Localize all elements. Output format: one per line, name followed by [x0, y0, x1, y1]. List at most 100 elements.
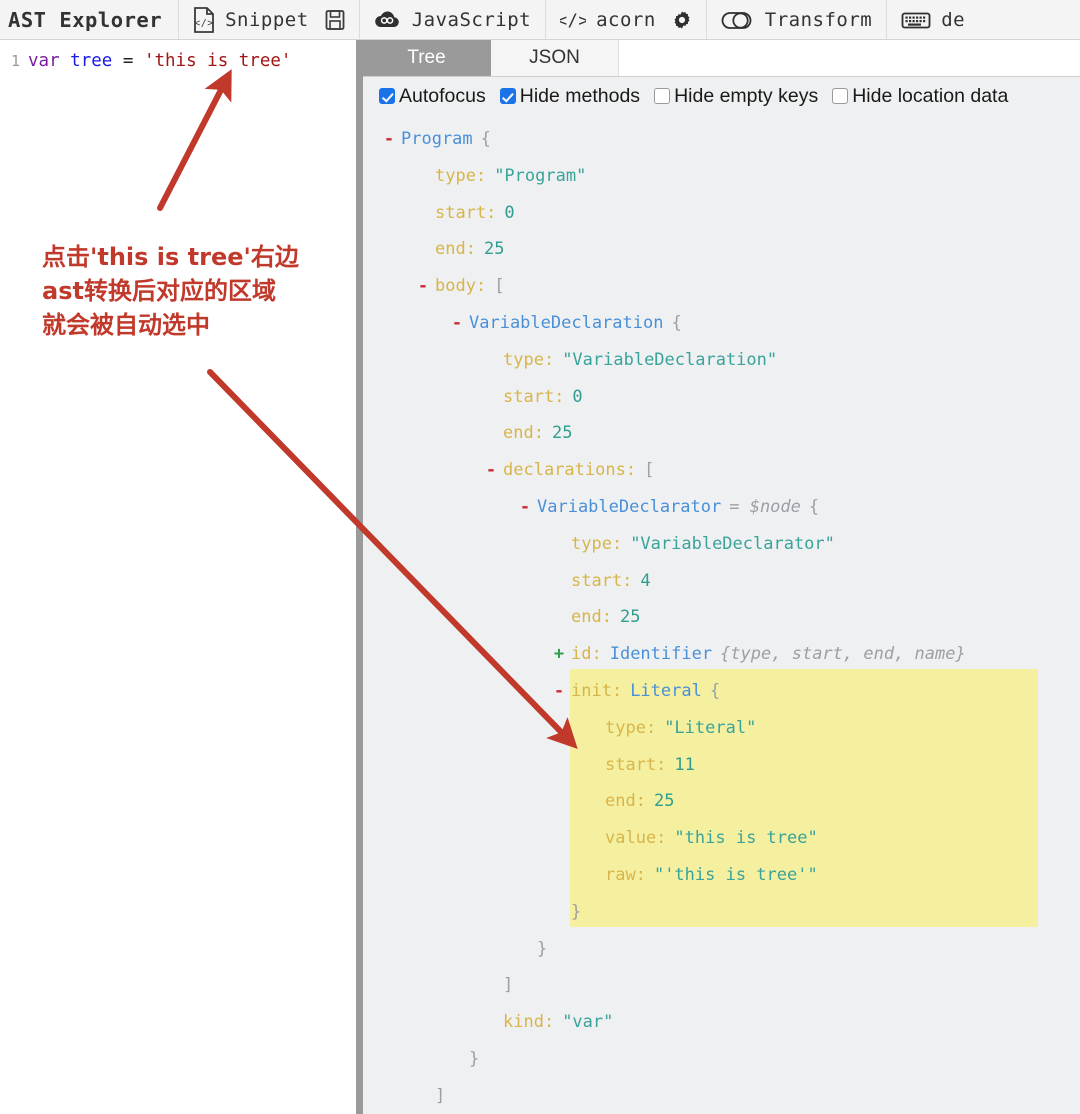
- ast-node-row[interactable]: + id: Identifier {type, start, end, name}: [381, 636, 1080, 673]
- snippet-label: Snippet: [225, 8, 309, 31]
- floppy-disk-icon[interactable]: [325, 9, 345, 31]
- expand-toggle-icon[interactable]: +: [551, 636, 567, 673]
- ast-node-row[interactable]: value: "this is tree": [381, 820, 1080, 857]
- annotation-line-3: 就会被自动选中: [42, 311, 210, 340]
- ast-token-key: id:: [571, 644, 602, 665]
- checkbox-hide-methods[interactable]: [499, 88, 516, 104]
- ast-node-row[interactable]: start: 0: [381, 195, 1080, 232]
- ast-token-key: raw:: [605, 864, 646, 885]
- toggle-spacer: [585, 710, 601, 747]
- ast-token-num: 0: [572, 386, 583, 407]
- code-line-1[interactable]: 1 var tree = 'this is tree': [0, 40, 356, 74]
- toggle-spacer: [585, 857, 601, 894]
- ast-token-str: "Literal": [664, 717, 757, 738]
- transform-selector[interactable]: Transform: [707, 0, 888, 39]
- svg-text:</>: </>: [560, 11, 586, 31]
- ast-token-punct: {: [480, 129, 491, 149]
- ast-node-row[interactable]: - body: [: [381, 268, 1080, 305]
- ast-token-punct: }: [469, 1048, 480, 1069]
- ast-token-key: declarations:: [503, 460, 637, 481]
- keymap-label: de: [941, 8, 966, 31]
- ast-node-row[interactable]: end: 25: [381, 415, 1080, 452]
- ast-node-row[interactable]: end: 25: [381, 783, 1080, 820]
- ast-token-node: Identifier: [609, 644, 713, 665]
- checkbox-hide-empty-keys[interactable]: [654, 88, 671, 104]
- toggle-spacer: [415, 195, 431, 232]
- ast-token-str: "VariableDeclarator": [630, 533, 835, 554]
- option-hide-location-data[interactable]: Hide location data: [832, 85, 1008, 108]
- collapse-toggle-icon[interactable]: -: [517, 489, 533, 526]
- collapse-toggle-icon[interactable]: -: [551, 673, 567, 710]
- ast-node-row[interactable]: }: [381, 931, 1080, 968]
- ast-token-punct: }: [571, 901, 582, 922]
- language-selector[interactable]: JavaScript: [360, 0, 547, 39]
- ast-node-row[interactable]: end: 25: [381, 599, 1080, 636]
- ast-node-row[interactable]: ]: [381, 967, 1080, 1004]
- code-text[interactable]: var tree = 'this is tree': [28, 48, 291, 74]
- ast-node-row[interactable]: raw: "'this is tree'": [381, 857, 1080, 894]
- app-brand: AST Explorer: [0, 0, 180, 39]
- ast-node-row[interactable]: start: 11: [381, 747, 1080, 784]
- token-operator: =: [122, 51, 134, 71]
- ast-node-row[interactable]: - init: Literal {: [381, 673, 1080, 710]
- ast-token-key: start:: [503, 386, 565, 407]
- ast-token-key: end:: [503, 423, 544, 444]
- collapse-toggle-icon[interactable]: -: [449, 305, 465, 342]
- collapse-toggle-icon[interactable]: -: [381, 121, 397, 158]
- ast-node-row[interactable]: kind: "var": [381, 1004, 1080, 1041]
- option-label: Hide methods: [519, 84, 641, 107]
- ast-token-key: type:: [605, 717, 657, 738]
- keymap-selector[interactable]: de: [887, 0, 979, 39]
- snippet-button[interactable]: </> Snippet: [179, 0, 360, 39]
- ast-token-key: type:: [571, 533, 623, 554]
- toggle-spacer: [483, 1004, 499, 1041]
- tab-json[interactable]: JSON: [491, 40, 619, 76]
- ast-node-row[interactable]: type: "VariableDeclaration": [381, 342, 1080, 379]
- ast-node-row[interactable]: start: 0: [381, 379, 1080, 416]
- ast-options-bar: Autofocus Hide methods Hide empty keys Hide…: [363, 77, 1080, 115]
- option-label: Hide empty keys: [674, 84, 819, 107]
- ast-node-row[interactable]: - declarations: [: [381, 452, 1080, 489]
- ast-node-row[interactable]: ]: [381, 1078, 1080, 1114]
- checkbox-autofocus[interactable]: [379, 88, 395, 104]
- language-label: JavaScript: [411, 8, 532, 31]
- option-autofocus[interactable]: Autofocus: [379, 85, 486, 108]
- annotation-line-2: ast转换后对应的区域: [42, 277, 276, 306]
- tab-json-label: JSON: [529, 47, 580, 68]
- ast-token-key: start:: [435, 202, 497, 223]
- ast-token-num: 25: [653, 791, 675, 812]
- collapse-toggle-icon[interactable]: -: [483, 452, 499, 489]
- ast-node-row[interactable]: type: "Program": [381, 158, 1080, 195]
- ast-token-node: VariableDeclarator: [537, 496, 722, 517]
- ast-node-row[interactable]: - VariableDeclarator = $node {: [381, 489, 1080, 526]
- checkbox-hide-location-data[interactable]: [832, 88, 849, 104]
- ast-tabs: Tree JSON: [363, 40, 1080, 77]
- parser-selector[interactable]: </> acorn: [546, 0, 707, 39]
- code-editor-pane[interactable]: 1 var tree = 'this is tree': [0, 40, 356, 1114]
- ast-node-row[interactable]: start: 4: [381, 563, 1080, 600]
- option-label: Hide location data: [852, 84, 1009, 107]
- option-hide-empty-keys[interactable]: Hide empty keys: [654, 85, 818, 108]
- collapse-toggle-icon[interactable]: -: [415, 268, 431, 305]
- ast-node-row[interactable]: }: [381, 1041, 1080, 1078]
- ast-node-row[interactable]: end: 25: [381, 231, 1080, 268]
- ast-token-punct: [: [494, 276, 505, 297]
- annotation-note: 点击'this is tree'右边 ast转换后对应的区域 就会被自动选中: [42, 240, 342, 342]
- app-root: AST Explorer </> Snippet JavaScript / ac…: [0, 0, 1080, 1114]
- svg-text:</>: </>: [194, 18, 214, 29]
- option-hide-methods[interactable]: Hide methods: [499, 84, 641, 108]
- ast-token-punct: ]: [503, 975, 514, 996]
- top-toolbar: AST Explorer </> Snippet JavaScript / ac…: [0, 0, 1080, 40]
- ast-node-row[interactable]: - VariableDeclaration {: [381, 305, 1080, 342]
- toggle-spacer: [517, 931, 533, 968]
- ast-node-row[interactable]: type: "Literal": [381, 710, 1080, 747]
- angle-brackets-icon: </>: [560, 9, 586, 31]
- pane-divider[interactable]: [356, 40, 363, 1114]
- tab-tree[interactable]: Tree: [363, 40, 491, 76]
- ast-node-row[interactable]: }: [381, 894, 1080, 931]
- ast-token-str: "var": [562, 1012, 614, 1033]
- gear-icon[interactable]: [672, 10, 692, 30]
- line-number: 1: [10, 52, 20, 70]
- ast-node-row[interactable]: - Program {: [381, 121, 1080, 158]
- ast-node-row[interactable]: type: "VariableDeclarator": [381, 526, 1080, 563]
